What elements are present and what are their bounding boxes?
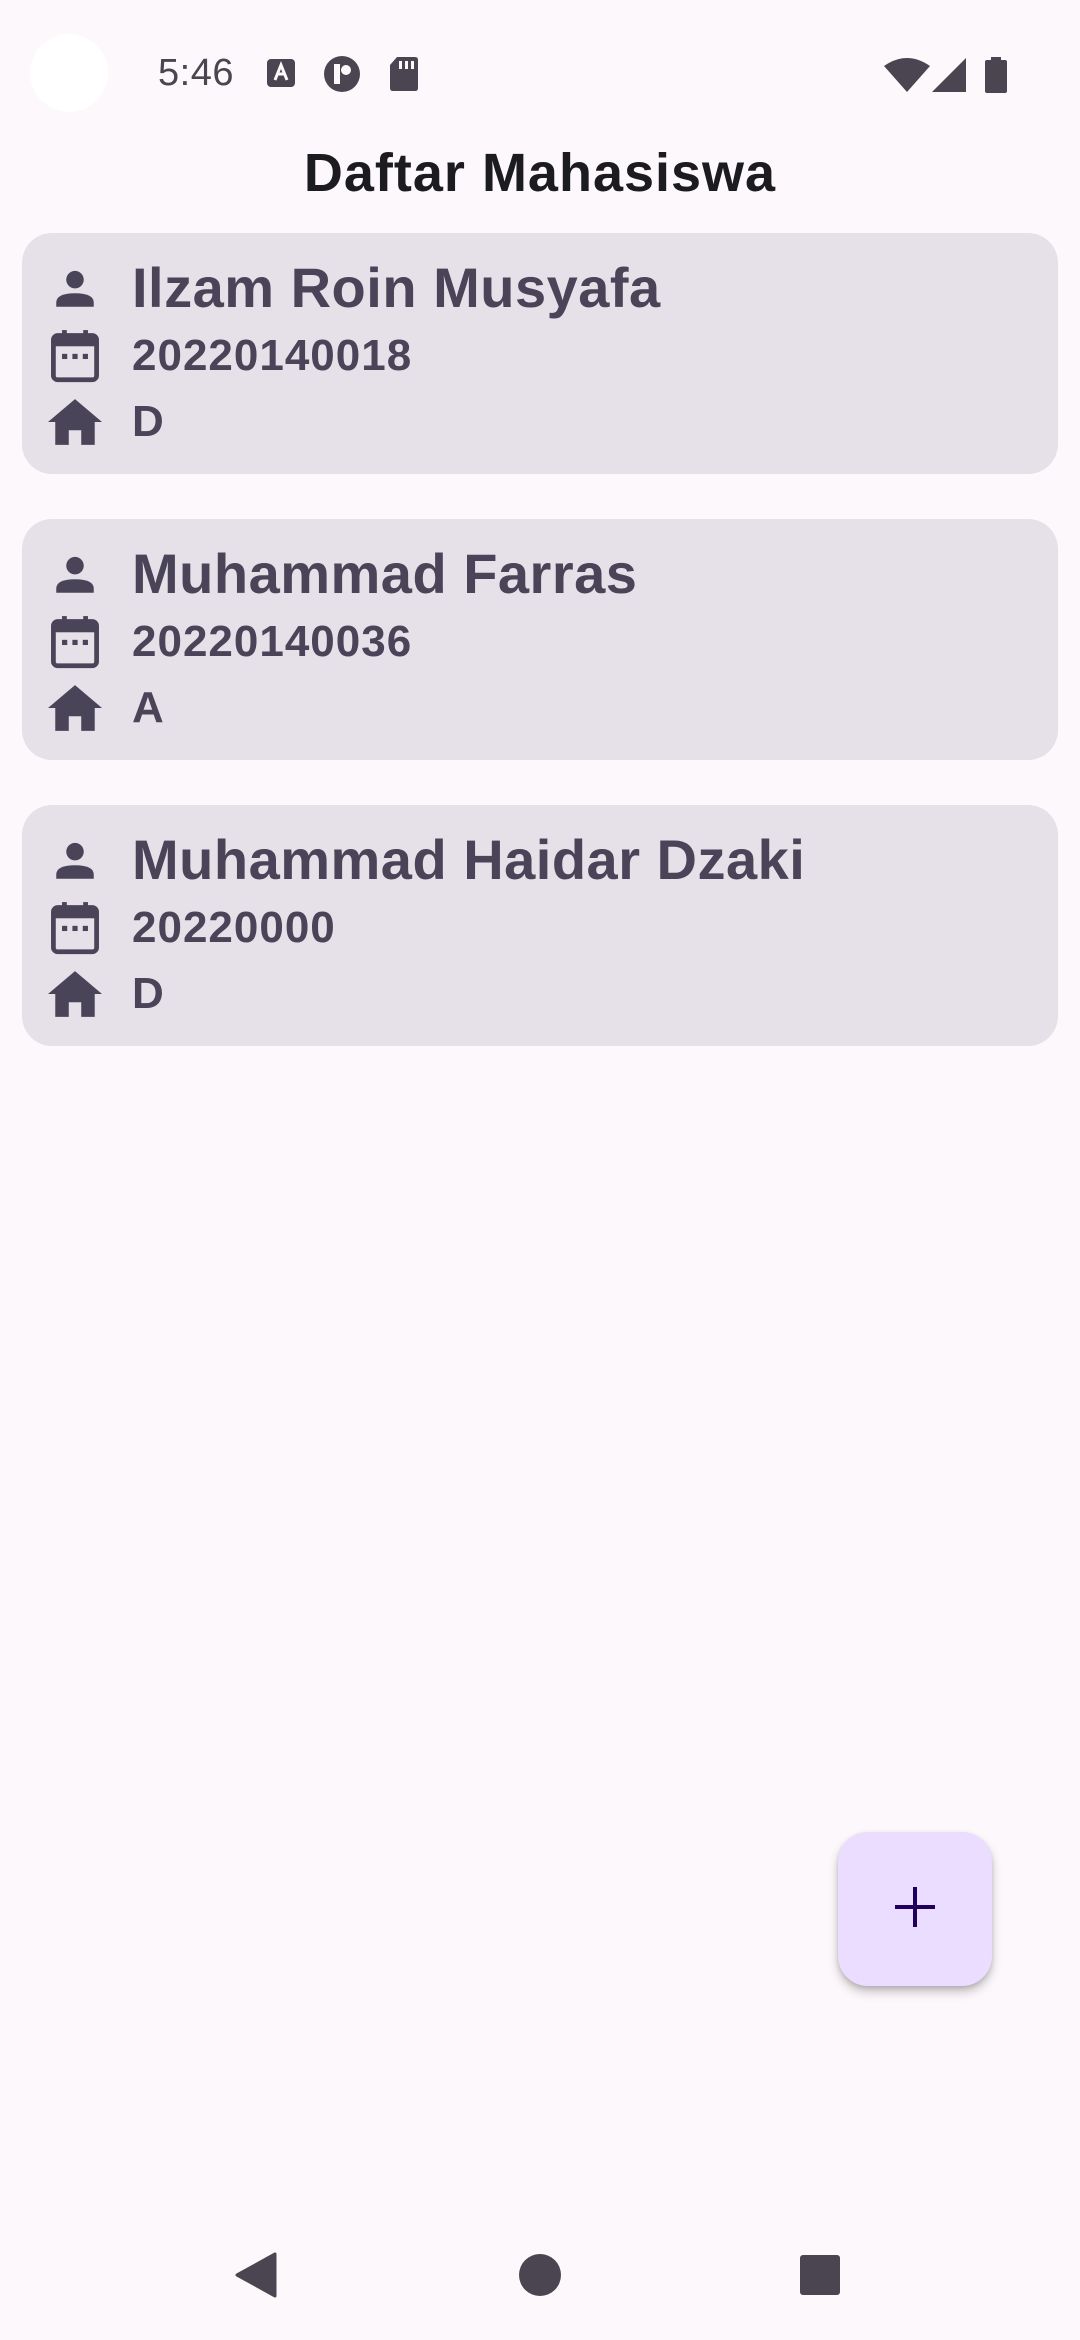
back-icon[interactable] (233, 2252, 279, 2298)
student-class: D (132, 969, 165, 1018)
wifi-icon (884, 58, 930, 97)
recents-icon[interactable] (797, 2252, 843, 2298)
screen: 5:46 Daftar Mahasiswa Ilzam Roin Musyafa… (0, 0, 1080, 2340)
class-row: A (48, 681, 165, 735)
student-name: Muhammad Farras (132, 542, 638, 605)
home-icon (48, 395, 102, 449)
sd-card-icon (389, 56, 419, 97)
home-circle-icon[interactable] (517, 2252, 563, 2298)
student-name: Ilzam Roin Musyafa (132, 256, 661, 319)
plus-icon (893, 1885, 937, 1934)
navigation-bar (0, 2208, 1080, 2340)
pocket-casts-icon (323, 55, 361, 98)
calendar-icon (48, 615, 102, 669)
student-nim: 20220140036 (132, 617, 413, 666)
name-row: Ilzam Roin Musyafa (48, 255, 661, 320)
nim-row: 20220140018 (48, 329, 412, 383)
student-list: Ilzam Roin Musyafa 20220140018 D Muhamma… (22, 233, 1058, 1091)
nim-row: 20220140036 (48, 615, 412, 669)
student-card[interactable]: Ilzam Roin Musyafa 20220140018 D (22, 233, 1058, 474)
student-nim: 20220000 (132, 903, 336, 952)
person-icon (48, 261, 102, 315)
class-row: D (48, 395, 165, 449)
calendar-icon (48, 901, 102, 955)
person-icon (48, 547, 102, 601)
person-icon (48, 833, 102, 887)
home-icon (48, 967, 102, 1021)
nim-row: 20220000 (48, 901, 336, 955)
student-card[interactable]: Muhammad Farras 20220140036 A (22, 519, 1058, 760)
home-icon (48, 681, 102, 735)
class-row: D (48, 967, 165, 1021)
accessibility-a-icon (266, 58, 296, 93)
camera-cutout (30, 34, 108, 112)
battery-icon (985, 57, 1007, 98)
student-card[interactable]: Muhammad Haidar Dzaki 20220000 D (22, 805, 1058, 1046)
student-class: D (132, 397, 165, 446)
add-student-button[interactable] (838, 1832, 992, 1986)
calendar-icon (48, 329, 102, 383)
name-row: Muhammad Farras (48, 541, 637, 606)
signal-icon (932, 58, 966, 97)
name-row: Muhammad Haidar Dzaki (48, 827, 805, 892)
status-time: 5:46 (158, 52, 234, 94)
student-name: Muhammad Haidar Dzaki (132, 828, 806, 891)
status-bar: 5:46 (0, 0, 1080, 150)
student-class: A (132, 683, 165, 732)
student-nim: 20220140018 (132, 331, 413, 380)
page-title: Daftar Mahasiswa (303, 143, 777, 203)
